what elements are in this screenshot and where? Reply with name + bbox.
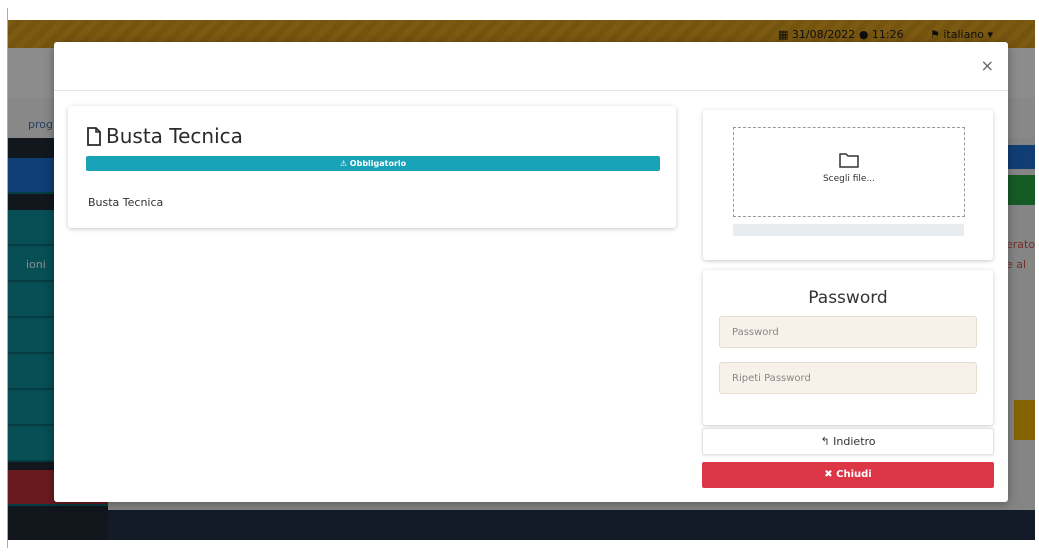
file-icon xyxy=(87,126,101,146)
close-icon[interactable]: × xyxy=(981,56,994,75)
document-description: Busta Tecnica xyxy=(88,196,164,209)
upload-card: Scegli file... xyxy=(703,110,993,260)
password-title: Password xyxy=(808,288,888,308)
warning-icon: ⚠ xyxy=(339,159,347,168)
required-badge-text: Obbligatorio xyxy=(349,159,407,168)
document-title-text: Busta Tecnica xyxy=(106,124,243,148)
choose-file-label: Scegli file... xyxy=(822,174,876,184)
password-input[interactable] xyxy=(719,316,977,348)
reply-arrow-icon: ↰ xyxy=(820,435,830,448)
modal-header: × xyxy=(54,42,1008,91)
back-button-label: Indietro xyxy=(833,435,876,448)
upload-modal: × Busta Tecnica ⚠ Obbligatorio Busta Tec… xyxy=(54,42,1008,502)
document-card: Busta Tecnica ⚠ Obbligatorio Busta Tecni… xyxy=(68,106,676,228)
document-title: Busta Tecnica xyxy=(86,124,243,148)
back-button[interactable]: ↰ Indietro xyxy=(702,428,994,455)
folder-icon xyxy=(734,152,964,172)
file-dropzone[interactable]: Scegli file... xyxy=(733,127,965,217)
times-icon: ✖ xyxy=(824,469,833,480)
password-card: Password xyxy=(703,270,993,425)
close-button[interactable]: ✖ Chiudi xyxy=(702,462,994,488)
close-button-label: Chiudi xyxy=(836,469,872,480)
repeat-password-input[interactable] xyxy=(719,362,977,394)
required-badge: ⚠ Obbligatorio xyxy=(86,156,660,171)
upload-progress-bar xyxy=(733,224,964,236)
